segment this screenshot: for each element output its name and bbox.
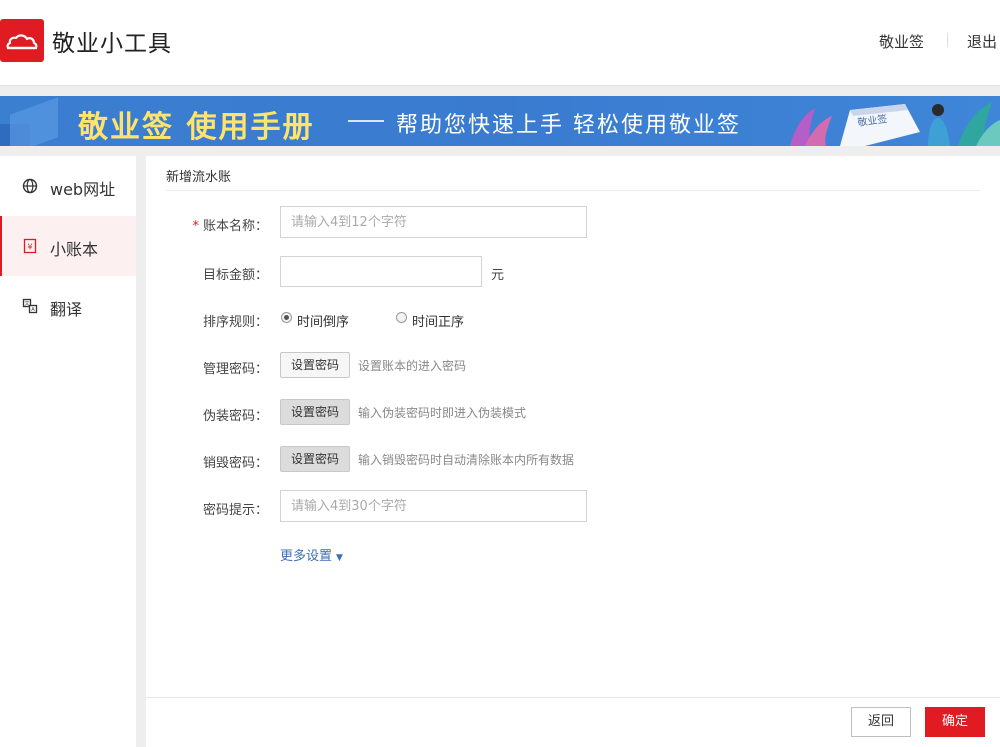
banner-decoration bbox=[10, 97, 58, 146]
sidebar-item-web[interactable]: web网址 bbox=[0, 156, 136, 216]
nav-logout[interactable]: 退出 bbox=[967, 31, 997, 52]
manual-banner[interactable]: 敬业签 使用手册 帮助您快速上手 轻松使用敬业签 敬业签 bbox=[0, 96, 1000, 146]
password-hint-label: 密码提示： bbox=[202, 503, 268, 518]
set-admin-password-button[interactable]: 设置密码 bbox=[280, 352, 350, 378]
amount-unit: 元 bbox=[491, 268, 505, 283]
sidebar-item-label: 翻译 bbox=[50, 300, 83, 319]
sort-asc-label[interactable]: 时间正序 bbox=[412, 311, 464, 330]
section-title: 新增流水账 bbox=[166, 170, 232, 185]
required-mark: * bbox=[192, 219, 199, 234]
ledger-icon: ¥ bbox=[23, 238, 37, 254]
main-panel: 新增流水账 *账本名称： 目标金额： 元 排序规则： 时间倒序 时间正序 管理密… bbox=[146, 156, 1000, 747]
admin-password-hint: 设置账本的进入密码 bbox=[358, 359, 467, 373]
banner-subtitle: 帮助您快速上手 轻松使用敬业签 bbox=[396, 113, 741, 138]
sidebar: web网址 ¥ 小账本 文 A 翻译 bbox=[0, 156, 136, 747]
app-logo[interactable] bbox=[0, 19, 44, 62]
sidebar-item-ledger[interactable]: ¥ 小账本 bbox=[0, 216, 136, 276]
globe-icon bbox=[22, 178, 38, 194]
caret-down-icon: ▼ bbox=[336, 553, 343, 563]
sidebar-item-translate[interactable]: 文 A 翻译 bbox=[0, 276, 136, 336]
disguise-password-hint: 输入伪装密码时即进入伪装模式 bbox=[358, 406, 527, 420]
sort-asc-radio[interactable] bbox=[396, 312, 407, 323]
password-hint-input[interactable] bbox=[280, 490, 587, 522]
sort-rule-label: 排序规则： bbox=[202, 315, 268, 330]
svg-text:A: A bbox=[31, 307, 35, 313]
sidebar-item-label: web网址 bbox=[50, 180, 116, 199]
sort-desc-label[interactable]: 时间倒序 bbox=[297, 311, 349, 330]
more-settings-link[interactable]: 更多设置 ▼ bbox=[280, 545, 343, 564]
cloud-logo-icon bbox=[6, 34, 38, 50]
destroy-password-label: 销毁密码： bbox=[202, 456, 268, 471]
svg-text:文: 文 bbox=[24, 300, 29, 307]
svg-text:¥: ¥ bbox=[27, 243, 32, 252]
admin-password-label: 管理密码： bbox=[202, 362, 268, 377]
confirm-button[interactable]: 确定 bbox=[925, 707, 985, 737]
destroy-password-hint: 输入销毁密码时自动清除账本内所有数据 bbox=[358, 453, 575, 467]
banner-illustration: 敬业签 bbox=[790, 102, 1000, 146]
account-name-label: * 账本名称： bbox=[192, 219, 268, 234]
translate-icon: 文 A bbox=[22, 298, 38, 314]
target-amount-label: 目标金额： bbox=[202, 268, 268, 283]
account-name-input[interactable] bbox=[280, 206, 587, 238]
banner-dash bbox=[348, 120, 384, 122]
back-button[interactable]: 返回 bbox=[851, 707, 911, 737]
section-divider bbox=[166, 190, 980, 191]
app-title: 敬业小工具 bbox=[52, 31, 172, 57]
disguise-password-label: 伪装密码： bbox=[202, 409, 268, 424]
top-header: 敬业小工具 敬业签 退出 bbox=[0, 0, 1000, 86]
footer-divider bbox=[146, 697, 1000, 698]
banner-title: 敬业签 使用手册 bbox=[78, 110, 315, 145]
set-disguise-password-button[interactable]: 设置密码 bbox=[280, 399, 350, 425]
target-amount-input[interactable] bbox=[280, 256, 482, 287]
nav-divider bbox=[947, 33, 948, 47]
sort-desc-radio[interactable] bbox=[281, 312, 292, 323]
nav-jingyeqian[interactable]: 敬业签 bbox=[879, 31, 924, 52]
sidebar-item-label: 小账本 bbox=[50, 240, 99, 259]
set-destroy-password-button[interactable]: 设置密码 bbox=[280, 446, 350, 472]
